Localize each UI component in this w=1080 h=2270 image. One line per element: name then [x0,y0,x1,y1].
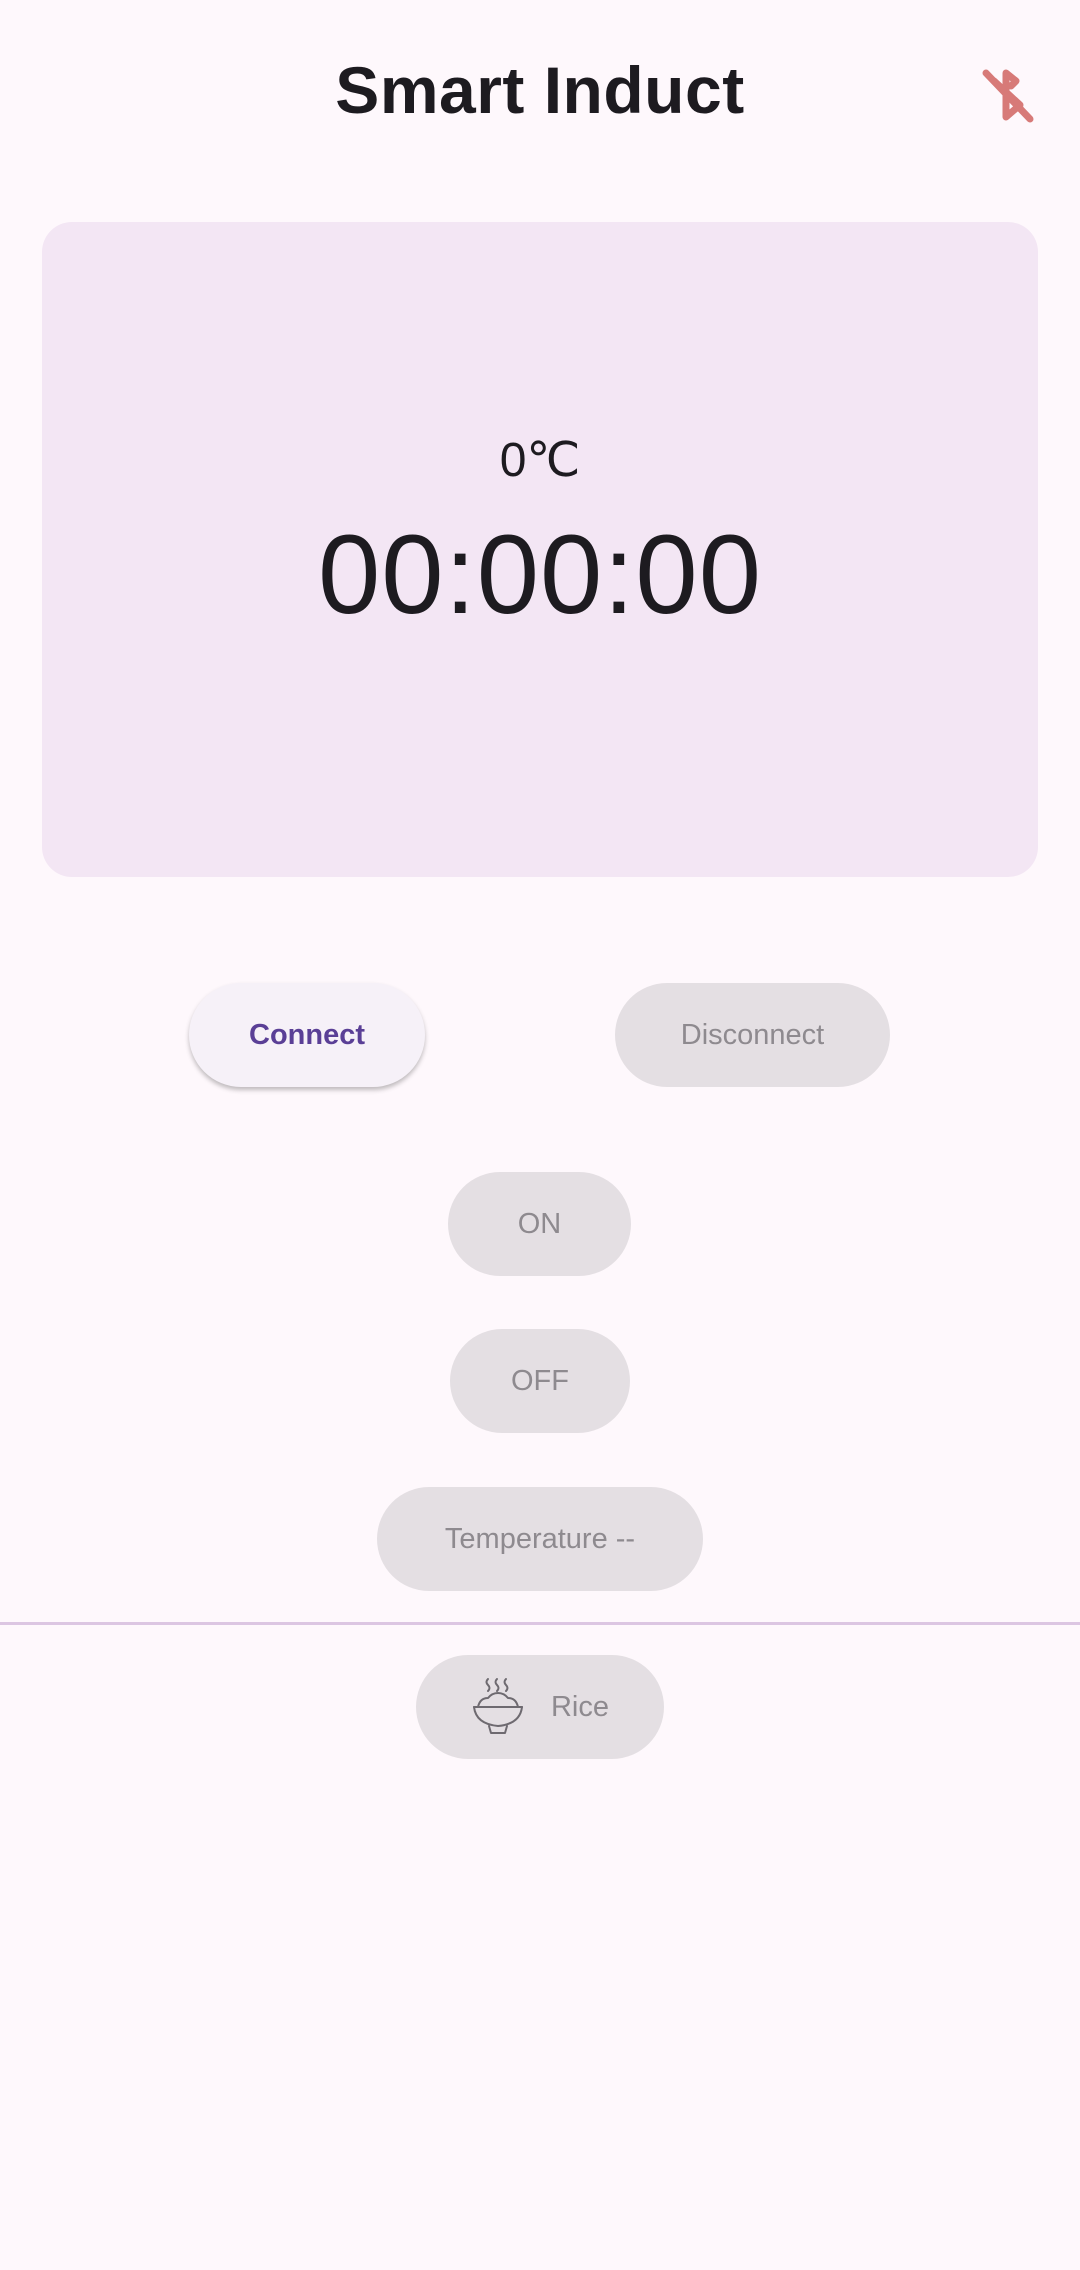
temperature-button[interactable]: Temperature -- [377,1487,703,1591]
app-bar: Smart Induct [0,0,1080,190]
disconnect-button[interactable]: Disconnect [615,983,890,1087]
bluetooth-status-button[interactable] [968,60,1048,130]
rice-mode-label: Rice [550,1690,609,1723]
on-button[interactable]: ON [448,1172,631,1276]
divider [0,1622,1080,1625]
rice-mode-button[interactable]: Rice [416,1655,664,1759]
temperature-readout: 0℃ [499,434,581,487]
off-button[interactable]: OFF [450,1329,630,1433]
connect-button[interactable]: Connect [189,983,425,1087]
timer-readout: 00:00:00 [318,512,762,637]
app-title: Smart Induct [335,53,745,127]
rice-bowl-icon [472,1678,523,1734]
bluetooth-disabled-icon [982,69,1034,123]
